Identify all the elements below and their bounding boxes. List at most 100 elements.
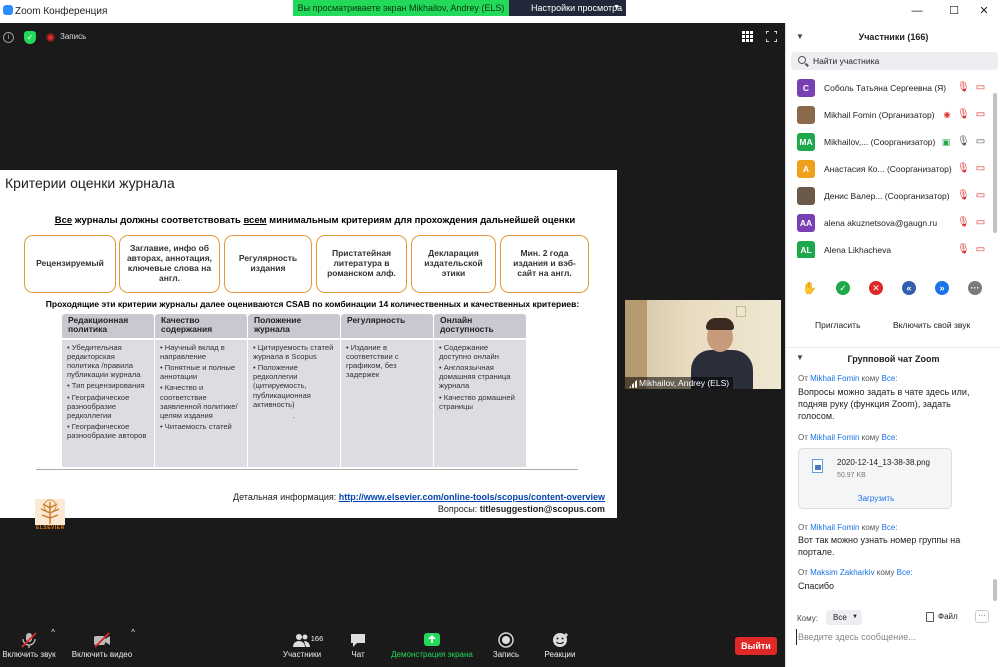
more-info-label: Детальная информация: (233, 492, 339, 502)
sender-name[interactable]: Mikhail Fomin (810, 433, 859, 442)
recipient-name: Все: (881, 374, 898, 383)
raise-hand-icon[interactable]: ✋ (802, 281, 817, 295)
sender-name[interactable]: Mikhail Fomin (810, 523, 859, 532)
view-options-button[interactable]: Настройки просмотра ▼ (509, 0, 626, 16)
share-screen-label: Демонстрация экрана (391, 650, 473, 659)
share-screen-button[interactable]: Демонстрация экрана (389, 628, 475, 667)
chat-message-sender: От Mikhail Fomin кому Все: (798, 433, 898, 442)
chat-more-button[interactable]: ··· (975, 610, 989, 623)
close-button[interactable]: ✕ (972, 3, 996, 19)
leave-meeting-button[interactable]: Выйти (735, 637, 777, 655)
search-icon (798, 56, 806, 64)
muted-mic-icon[interactable]: 🎙 (957, 82, 970, 94)
criteria-column: Регулярность • Издание в соответствии с … (341, 314, 433, 467)
column-body: • Убедительная редакторская политика /пр… (62, 340, 154, 467)
minimize-button[interactable]: — (905, 3, 929, 19)
participant-row[interactable]: Денис Валер... (Соорганизатор) 🎙 ▭ (786, 184, 996, 211)
muted-mic-icon[interactable]: 🎙 (957, 217, 970, 229)
avatar: AL (797, 241, 815, 258)
participant-row[interactable]: AL Alena Likhacheva 🎙 ▭ (786, 238, 996, 258)
sender-name[interactable]: Mikhail Fomin (810, 374, 859, 383)
recipient-name: Все: (896, 568, 913, 577)
participant-row[interactable]: A Анастасия Ко... (Соорганизатор) 🎙 ▭ (786, 157, 996, 184)
muted-mic-icon[interactable]: 🎙 (957, 244, 970, 256)
avatar (797, 106, 815, 124)
participant-search[interactable] (791, 52, 998, 70)
participant-row[interactable]: MA Mikhailov,... (Соорганизатор) ▣ 🎙 ▭ (786, 130, 996, 157)
screen-share-banner: Вы просматриваете экран Mikhailov, Andre… (293, 0, 509, 16)
record-label: Запись (492, 650, 520, 659)
more-info-link[interactable]: http://www.elsevier.com/online-tools/sco… (339, 492, 605, 502)
muted-mic-icon[interactable]: 🎙 (957, 190, 970, 202)
more-icon[interactable]: ··· (968, 281, 982, 295)
gallery-view-icon[interactable] (742, 31, 753, 42)
column-item: • Научный вклад в направление (160, 343, 225, 362)
recipient-select[interactable]: Все ▼ (826, 610, 862, 625)
reactions-button[interactable]: Реакции (540, 628, 580, 667)
video-off-icon[interactable]: ▭ (974, 190, 987, 202)
record-button[interactable]: Запись (488, 628, 524, 667)
video-off-icon[interactable]: ▭ (974, 217, 987, 229)
maximize-button[interactable]: ☐ (942, 3, 966, 19)
chat-message-text: Спасибо (798, 581, 835, 591)
download-button[interactable]: Загрузить (799, 494, 953, 503)
column-item: • Положение редколлегии (цитируемость, п… (253, 363, 311, 409)
criterion-box: Декларация издательской этики (411, 235, 496, 293)
audio-options-caret[interactable]: ^ (49, 628, 57, 638)
sender-name[interactable]: Maksim Zakharkiv (810, 568, 874, 577)
record-icon (498, 632, 514, 648)
to-word: кому (859, 433, 882, 442)
slower-icon[interactable]: « (902, 281, 916, 295)
video-off-icon[interactable]: ▭ (974, 109, 987, 121)
fullscreen-icon[interactable] (766, 31, 777, 42)
participant-search-input[interactable] (813, 54, 993, 68)
participant-row[interactable]: Mikhail Fomin (Организатор) ◉ 🎙 ▭ (786, 103, 996, 130)
participant-row[interactable]: C Соболь Татьяна Сергеевна (Я) 🎙 ▭ (786, 76, 996, 103)
mic-icon[interactable]: 🎙 (957, 136, 970, 148)
start-video-button[interactable]: Включить видео (68, 628, 136, 667)
faster-icon[interactable]: » (935, 281, 949, 295)
chat-scrollbar[interactable] (993, 579, 997, 601)
no-icon[interactable]: ✕ (869, 281, 883, 295)
questions-line: Вопросы: titlesuggestion@scopus.com (438, 504, 605, 514)
invite-button[interactable]: Пригласить (815, 320, 861, 330)
muted-mic-icon[interactable]: 🎙 (957, 109, 970, 121)
video-options-caret[interactable]: ^ (129, 628, 137, 638)
unmute-self-button[interactable]: Включить свой звук (893, 320, 970, 330)
yes-icon[interactable]: ✓ (836, 281, 850, 295)
avatar: MA (797, 133, 815, 151)
column-item: • Качество и соответствие заявленной пол… (160, 383, 238, 420)
avatar: C (797, 79, 815, 97)
avatar: A (797, 160, 815, 178)
more-info-line: Детальная информация: http://www.elsevie… (233, 492, 605, 502)
video-name-label: Mikhailov, Andrey (ELS) (625, 377, 734, 389)
send-file-button[interactable]: Файл (926, 612, 958, 622)
chat-button[interactable]: Чат (342, 628, 374, 667)
video-off-icon[interactable]: ▭ (974, 82, 987, 94)
video-off-icon[interactable]: ▭ (974, 163, 987, 175)
subtitle-part2: минимальным критериям для прохождения да… (266, 215, 576, 226)
recipient-label: Кому: (797, 614, 818, 623)
column-item: • Издание в соответствии с графиком, без… (346, 343, 399, 380)
shared-screen-slide: Критерии оценки журнала Все журналы долж… (0, 170, 617, 531)
column-header: Качество содержания (155, 314, 247, 338)
muted-mic-icon[interactable]: 🎙 (957, 163, 970, 175)
speaker-video-tile[interactable]: Mikhailov, Andrey (ELS) (625, 300, 781, 389)
column-body: • Издание в соответствии с графиком, без… (341, 340, 433, 467)
chat-message-input[interactable] (796, 629, 991, 645)
criterion-box: Заглавие, инфо об авторах, аннотация, кл… (119, 235, 220, 293)
participants-scrollbar[interactable] (993, 93, 997, 233)
participant-name: Mikhail Fomin (Организатор) (824, 110, 935, 120)
recording-icon (46, 33, 55, 42)
chat-file-attachment: 2020-12-14_13-38-38.png 50.97 KB Загрузи… (798, 448, 952, 509)
nonverbal-feedback-bar: ✋ ✓ ✕ « » ··· (786, 281, 1000, 301)
participant-list: C Соболь Татьяна Сергеевна (Я) 🎙 ▭ Mikha… (786, 76, 996, 258)
shield-icon[interactable]: ✓ (24, 31, 36, 44)
video-icon[interactable]: ▭ (974, 136, 987, 148)
info-icon[interactable]: i (3, 32, 14, 43)
column-item: . (292, 410, 296, 420)
participant-row[interactable]: AA alena akuznetsova@gaugn.ru 🎙 ▭ (786, 211, 996, 238)
meeting-area: i ✓ Запись Критерии оценки журнала Все ж… (0, 23, 785, 667)
video-off-icon[interactable]: ▭ (974, 244, 987, 256)
chevron-down-icon: ▼ (613, 4, 620, 11)
